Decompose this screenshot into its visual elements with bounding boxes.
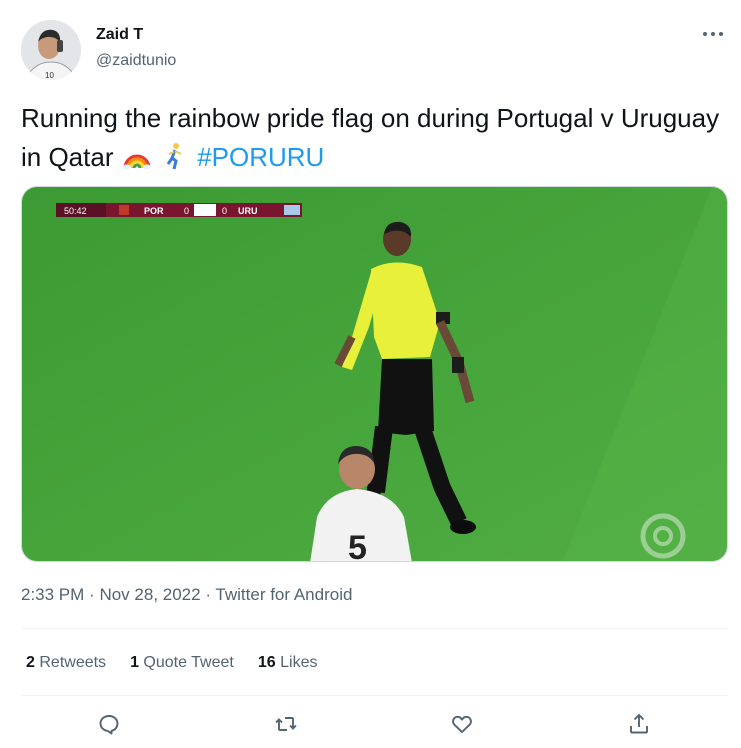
tweet-time[interactable]: 2:33 PM [21, 585, 84, 604]
tweet-stats: 2 Retweets 1 Quote Tweet 16 Likes [26, 654, 317, 672]
avatar-image: 10 [21, 20, 81, 80]
scorebug-home-team: POR [144, 206, 164, 216]
video-frame: 50:42 POR 0 0 URU 5 [22, 187, 727, 562]
retweets-label: Retweets [39, 654, 107, 671]
svg-text:10: 10 [45, 71, 54, 80]
like-icon[interactable] [444, 706, 480, 742]
player-number: 5 [348, 529, 367, 562]
share-icon[interactable] [621, 706, 657, 742]
person-running-emoji [162, 142, 188, 181]
likes-count: 16 [257, 654, 276, 671]
tweet-media-video[interactable]: 50:42 POR 0 0 URU 5 [21, 186, 728, 562]
scorebug: 50:42 POR 0 0 URU [56, 203, 302, 217]
scorebug-clock: 50:42 [64, 206, 87, 216]
hashtag-link[interactable]: #PORURU [197, 142, 324, 172]
retweet-icon[interactable] [268, 706, 304, 742]
scorebug-home-score: 0 [184, 206, 189, 216]
scorebug-away-team: URU [238, 206, 258, 216]
author-handle[interactable]: @zaidtunio [96, 52, 176, 70]
divider [21, 695, 727, 696]
retweets-stat[interactable]: 2 Retweets [26, 654, 106, 672]
tweet-date[interactable]: Nov 28, 2022 [99, 585, 200, 604]
more-icon[interactable] [699, 22, 727, 46]
meta-separator: · [205, 585, 211, 604]
quotes-label: Quote Tweet [143, 654, 234, 671]
tweet-text: Running the rainbow pride flag on during… [21, 99, 721, 181]
author-avatar[interactable]: 10 [21, 20, 81, 80]
tweet-actions [21, 700, 727, 748]
meta-separator: · [89, 585, 95, 604]
author-name[interactable]: Zaid T [96, 26, 143, 44]
retweets-count: 2 [26, 654, 35, 671]
tweet-meta: 2:33 PM · Nov 28, 2022 · Twitter for And… [21, 585, 352, 605]
scorebug-away-score: 0 [222, 206, 227, 216]
tweet-source[interactable]: Twitter for Android [215, 585, 352, 604]
quotes-stat[interactable]: 1 Quote Tweet [130, 654, 234, 672]
divider [21, 628, 727, 629]
rainbow-emoji [122, 142, 151, 181]
likes-stat[interactable]: 16 Likes [258, 654, 318, 672]
reply-icon[interactable] [91, 706, 127, 742]
likes-label: Likes [280, 654, 318, 671]
quotes-count: 1 [130, 654, 139, 671]
